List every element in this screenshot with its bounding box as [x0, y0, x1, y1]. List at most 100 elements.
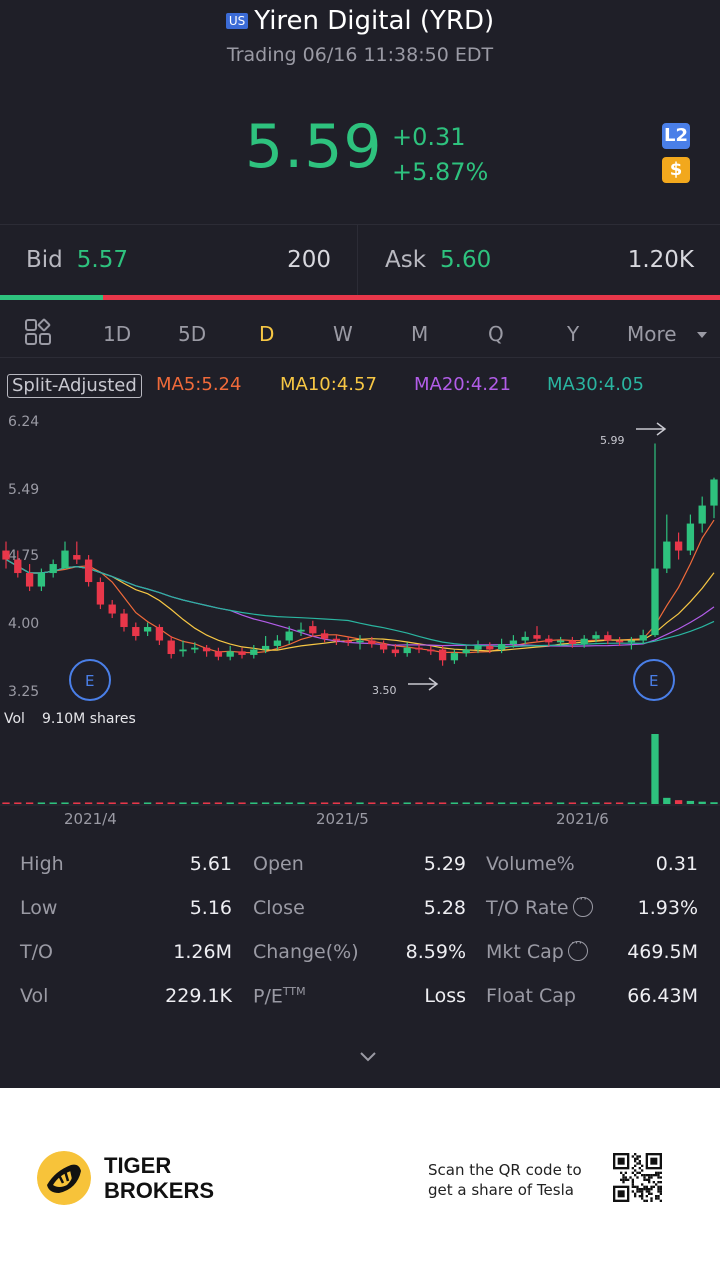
- promo-line: get a share of Tesla: [428, 1181, 574, 1199]
- stat-label: Open: [253, 853, 304, 875]
- volume-bar: [25, 802, 34, 804]
- stock-title[interactable]: Yiren Digital (YRD): [254, 6, 494, 36]
- candle-body: [191, 647, 199, 650]
- candle-body: [37, 573, 46, 587]
- grid-icon[interactable]: [24, 318, 52, 346]
- price-change-percent: +5.87%: [392, 158, 489, 186]
- last-price-block: 5.59: [245, 112, 383, 182]
- chevron-down-icon[interactable]: [696, 330, 708, 340]
- volume-bar: [191, 802, 199, 804]
- candle-body: [250, 649, 258, 655]
- tab-quarterly[interactable]: Q: [488, 322, 504, 346]
- dollar-icon[interactable]: $: [662, 157, 690, 183]
- arrow-right-icon: [408, 677, 439, 691]
- volume-bar: [580, 802, 588, 804]
- bid-section[interactable]: Bid 5.57 200: [0, 225, 358, 295]
- candle-body: [592, 635, 600, 639]
- volume-bar: [497, 802, 506, 804]
- candle-body: [238, 651, 246, 655]
- ask-section[interactable]: Ask 5.60 1.20K: [359, 225, 720, 295]
- stat-value: 66.43M: [627, 985, 698, 1007]
- y-tick-label: 6.24: [8, 414, 39, 430]
- volume-bar: [556, 802, 565, 804]
- volume-bar: [698, 801, 706, 804]
- candle-body: [61, 550, 69, 569]
- candle-body: [14, 559, 22, 574]
- ma20-label: MA20:4.21: [414, 374, 511, 395]
- promo-text: Scan the QR code to get a share of Tesla: [428, 1160, 582, 1200]
- volume-bar: [533, 802, 541, 804]
- stat-value: 229.1K: [165, 985, 232, 1007]
- volume-bar: [179, 802, 187, 804]
- stat-value: 5.61: [189, 853, 232, 875]
- x-axis-label: 2021/4: [64, 810, 117, 828]
- tab-weekly[interactable]: W: [333, 322, 353, 346]
- candle-body: [686, 523, 695, 551]
- bid-ratio-fill: [0, 295, 103, 300]
- tab-yearly[interactable]: Y: [567, 322, 579, 346]
- volume-bar: [427, 802, 435, 804]
- stat-value: 0.31: [655, 853, 698, 875]
- candle-body: [415, 647, 423, 650]
- candle-body: [261, 645, 270, 650]
- volume-bar: [273, 802, 282, 804]
- candle-body: [2, 550, 10, 560]
- promo-line: Scan the QR code to: [428, 1161, 582, 1179]
- candle-body: [226, 651, 234, 657]
- candle-body: [320, 633, 329, 639]
- volume-bar: [14, 802, 22, 804]
- candlestick-chart[interactable]: 6.24 5.49 4.75 4.00 3.25 5.99 3.50 E E V…: [0, 400, 720, 810]
- candle-body: [545, 638, 553, 643]
- x-axis-label: 2021/6: [556, 810, 609, 828]
- candle-body: [25, 573, 34, 587]
- tab-5d[interactable]: 5D: [178, 322, 206, 346]
- volume-bar: [167, 802, 175, 804]
- arrow-right-icon: [636, 422, 667, 436]
- candle-body: [379, 644, 388, 650]
- volume-bar: [568, 802, 577, 804]
- promo-footer: TIGER BROKERS Scan the QR code to get a …: [0, 1088, 720, 1269]
- candle-body: [309, 626, 317, 634]
- y-tick-label: 4.75: [8, 548, 39, 564]
- candle-body: [179, 649, 187, 652]
- volume-bar: [615, 802, 624, 804]
- y-tick-label: 3.25: [8, 684, 39, 700]
- volume-bar: [604, 802, 612, 804]
- candle-body: [698, 505, 706, 524]
- expand-chevron-icon[interactable]: [358, 1046, 378, 1066]
- tab-1d[interactable]: 1D: [103, 322, 131, 346]
- stock-header: US Yiren Digital (YRD) Trading 06/16 11:…: [0, 0, 720, 70]
- volume-bar: [651, 734, 659, 804]
- y-tick-label: 4.00: [8, 616, 39, 632]
- tab-daily[interactable]: D: [259, 322, 274, 346]
- volume-bar: [710, 802, 718, 804]
- bid-ask-panel: Bid 5.57 200 Ask 5.60 1.20K: [0, 224, 720, 296]
- volume-bar: [261, 802, 270, 804]
- stat-label: P/ETTM: [253, 985, 306, 1007]
- qr-code-icon[interactable]: [613, 1153, 662, 1202]
- ma10-label: MA10:4.57: [280, 374, 377, 395]
- trading-status: Trading 06/16 11:38:50 EDT: [226, 44, 494, 66]
- tab-monthly[interactable]: M: [411, 322, 428, 346]
- volume-bar: [120, 802, 128, 804]
- volume-bar: [332, 802, 341, 804]
- candle-body: [497, 644, 506, 650]
- more-info-icon[interactable]: [572, 892, 593, 917]
- candle-body: [651, 568, 659, 636]
- brand-line: TIGER: [104, 1153, 172, 1178]
- candle-body: [627, 640, 636, 643]
- level2-icon[interactable]: L2: [662, 123, 690, 149]
- brand-line: BROKERS: [104, 1178, 215, 1203]
- stat-value: 1.26M: [173, 941, 232, 963]
- stat-value: 1.93%: [637, 897, 698, 919]
- split-adjusted-toggle[interactable]: Split-Adjusted: [7, 374, 142, 398]
- more-info-icon[interactable]: [567, 936, 588, 961]
- candle-body: [639, 635, 647, 641]
- tiger-logo-icon: [37, 1151, 91, 1205]
- volume-bar: [132, 802, 140, 804]
- volume-bar: [379, 802, 388, 804]
- candle-body: [663, 541, 671, 569]
- stats-row: Low 5.16 Close 5.28 T/O Rate 1.93%: [0, 892, 720, 937]
- tab-more[interactable]: More: [627, 322, 677, 346]
- candle-body: [202, 647, 211, 652]
